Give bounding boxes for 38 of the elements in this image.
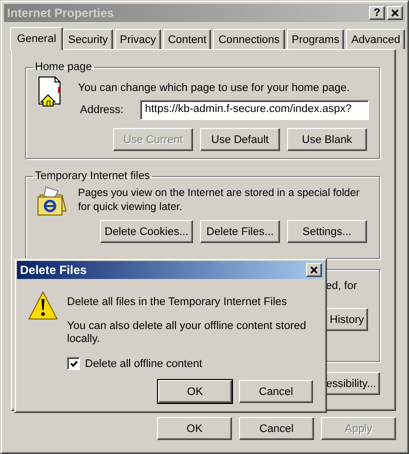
tab[interactable]: Content — [162, 29, 212, 49]
message-text: Delete all files in the Temporary Internet Files — [67, 296, 288, 309]
address-label: Address: — [79, 104, 124, 116]
home-page-icon — [38, 76, 60, 106]
group-title: Home page — [34, 61, 93, 73]
address-field[interactable]: https://kb-admin.f-secure.com/index.aspx? — [140, 100, 369, 120]
tab[interactable]: Security — [63, 29, 113, 49]
button[interactable]: Use Default — [200, 128, 280, 151]
checkbox-label[interactable]: Delete all offline content — [85, 358, 202, 370]
tab[interactable]: Connections — [213, 29, 285, 49]
checkbox[interactable] — [67, 357, 80, 370]
close-icon — [391, 9, 399, 17]
button[interactable]: OK — [158, 380, 232, 403]
dialog-title: Delete Files — [20, 263, 88, 277]
button[interactable]: Delete Files... — [200, 220, 280, 243]
button[interactable]: Settings... — [287, 220, 367, 243]
accessibility-button[interactable]: essibility... — [324, 372, 380, 395]
description-text: Pages you view on the Internet are stored in a special folder for quick viewing later. — [78, 186, 360, 215]
group-title: Temporary Internet files — [34, 170, 151, 182]
button[interactable]: Cancel — [239, 380, 313, 403]
close-icon — [310, 266, 318, 274]
close-button[interactable] — [387, 6, 403, 20]
tab[interactable]: Privacy — [114, 29, 161, 49]
tab[interactable]: Advanced — [346, 29, 406, 49]
tab[interactable]: General — [10, 27, 64, 50]
button[interactable]: OK — [157, 417, 232, 440]
history-button[interactable]: History — [326, 308, 368, 331]
button[interactable]: Delete Cookies... — [100, 220, 193, 243]
close-button[interactable] — [306, 263, 322, 277]
button[interactable]: Cancel — [239, 417, 314, 440]
tab[interactable]: Programs — [286, 29, 344, 49]
help-button[interactable]: ? — [369, 6, 385, 20]
window-title: Internet Properties — [7, 6, 115, 20]
folder-icon — [38, 186, 67, 216]
warning-icon — [28, 291, 58, 320]
button[interactable]: Use Blank — [287, 128, 367, 151]
description-text: You can change which page to use for your home page. — [78, 81, 351, 95]
detail-text: You can also delete all your offline content stored locally. — [67, 320, 307, 346]
